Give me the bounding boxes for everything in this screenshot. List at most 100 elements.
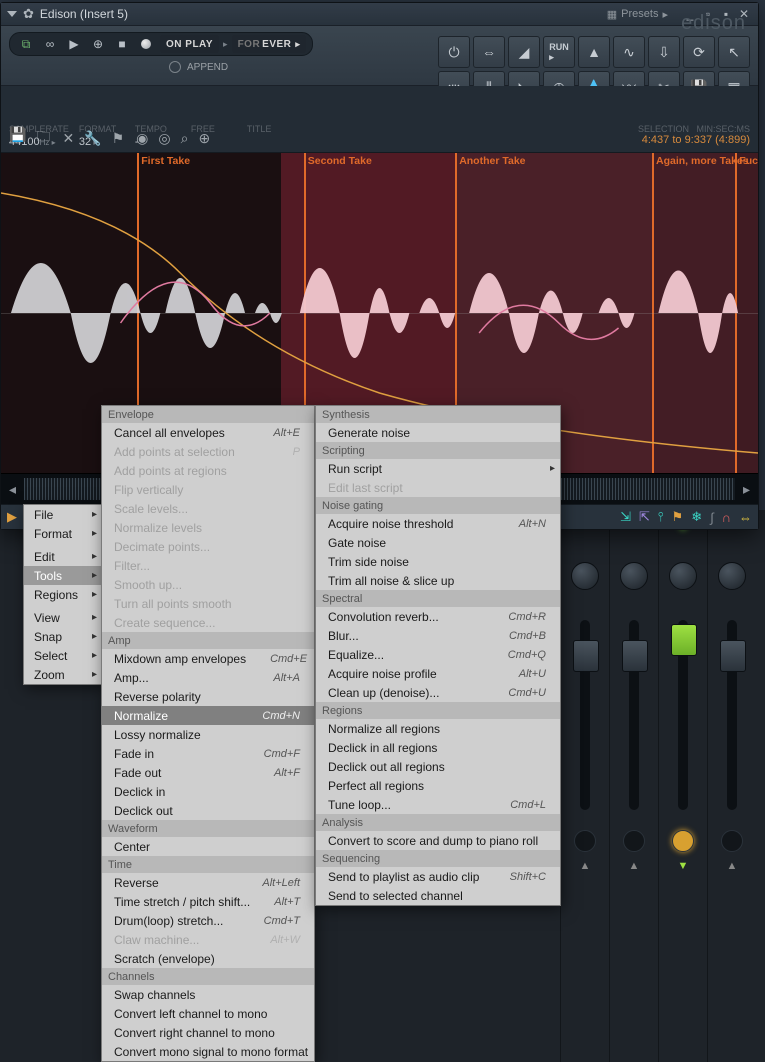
mute-button[interactable] bbox=[574, 830, 596, 852]
menu-trim-side-noise[interactable]: Trim side noise bbox=[316, 552, 560, 571]
settings-icon[interactable]: ✿ bbox=[23, 6, 34, 22]
rocket-button[interactable]: ▲ bbox=[578, 36, 610, 68]
menu-time-stretch[interactable]: Time stretch / pitch shift...Alt+T bbox=[102, 892, 314, 911]
menu-convert-right-mono[interactable]: Convert right channel to mono bbox=[102, 1023, 314, 1042]
fade-in-button[interactable]: ◢ bbox=[508, 36, 540, 68]
menu-add-points-selection[interactable]: Add points at selectionP bbox=[102, 442, 314, 461]
envelope-icon[interactable]: ⇲ bbox=[620, 509, 631, 525]
refresh-button[interactable]: ⟳ bbox=[683, 36, 715, 68]
folder-icon[interactable]: 🗀 bbox=[36, 126, 50, 150]
menu-edit[interactable]: Edit▸ bbox=[24, 547, 102, 566]
titlebar[interactable]: ✿ Edison (Insert 5) ▦ Presets ▸ _ ▫ ▪ ✕ bbox=[1, 3, 758, 26]
mute-button[interactable] bbox=[623, 830, 645, 852]
spanner-icon[interactable]: 🔧 bbox=[84, 130, 101, 147]
menu-reverse[interactable]: ReverseAlt+Left bbox=[102, 873, 314, 892]
menu-declick-out-regions[interactable]: Declick out all regions bbox=[316, 757, 560, 776]
volume-fader[interactable] bbox=[678, 620, 688, 810]
envelope-icon[interactable]: ⇱ bbox=[639, 509, 650, 525]
pan-knob[interactable] bbox=[669, 562, 697, 590]
volume-fader[interactable] bbox=[629, 620, 639, 810]
link-icon[interactable]: ⧉ bbox=[16, 35, 36, 53]
menu-center[interactable]: Center bbox=[102, 837, 314, 856]
save-icon[interactable]: 💾 bbox=[9, 126, 26, 150]
menu-tune-loop[interactable]: Tune loop...Cmd+L bbox=[316, 795, 560, 814]
mute-button[interactable] bbox=[721, 830, 743, 852]
wrench-icon[interactable]: ✕ bbox=[62, 130, 74, 147]
mixer-channel[interactable]: ▲ bbox=[707, 510, 756, 1062]
menu-swap-channels[interactable]: Swap channels bbox=[102, 985, 314, 1004]
menu-file[interactable]: File▸ bbox=[24, 505, 102, 524]
target-icon[interactable]: ◎ bbox=[158, 130, 170, 147]
run-script-button[interactable]: RUN▸ bbox=[543, 36, 575, 68]
menu-convert-mono-format[interactable]: Convert mono signal to mono format bbox=[102, 1042, 314, 1061]
menu-declick-in-regions[interactable]: Declick in all regions bbox=[316, 738, 560, 757]
menu-fade-out[interactable]: Fade outAlt+F bbox=[102, 763, 314, 782]
mute-button[interactable] bbox=[672, 830, 694, 852]
cursor-button[interactable]: ↖ bbox=[718, 36, 750, 68]
menu-edit-last-script[interactable]: Edit last script bbox=[316, 478, 560, 497]
menu-acquire-profile[interactable]: Acquire noise profileAlt+U bbox=[316, 664, 560, 683]
menu-fade-in[interactable]: Fade inCmd+F bbox=[102, 744, 314, 763]
curve-icon[interactable]: ∫ bbox=[710, 510, 714, 525]
menu-blur[interactable]: Blur...Cmd+B bbox=[316, 626, 560, 645]
power-button[interactable]: ⏻ bbox=[438, 36, 470, 68]
import-button[interactable]: ⇩ bbox=[648, 36, 680, 68]
scroll-right-button[interactable]: ▸ bbox=[739, 481, 754, 498]
scroll-left-button[interactable]: ◂ bbox=[5, 481, 20, 498]
menu-normalize[interactable]: NormalizeCmd+N bbox=[102, 706, 314, 725]
tools-submenu-left[interactable]: Envelope Cancel all envelopesAlt+E Add p… bbox=[101, 405, 315, 1062]
loop-icon[interactable]: ∞ bbox=[40, 35, 60, 53]
volume-fader[interactable] bbox=[727, 620, 737, 810]
menu-format[interactable]: Format▸ bbox=[24, 524, 102, 543]
pan-knob[interactable] bbox=[571, 562, 599, 590]
menu-dropdown-icon[interactable] bbox=[7, 11, 17, 17]
menu-snap[interactable]: Snap▸ bbox=[24, 627, 102, 646]
menu-perfect-regions[interactable]: Perfect all regions bbox=[316, 776, 560, 795]
menu-declick-in[interactable]: Declick in bbox=[102, 782, 314, 801]
menu-scale-levels[interactable]: Scale levels... bbox=[102, 499, 314, 518]
menu-amp[interactable]: Amp...Alt+A bbox=[102, 668, 314, 687]
menu-flip-vertically[interactable]: Flip vertically bbox=[102, 480, 314, 499]
menu-smooth-up[interactable]: Smooth up... bbox=[102, 575, 314, 594]
stretch-button[interactable]: ⇔ bbox=[473, 36, 505, 68]
record-button[interactable] bbox=[136, 35, 156, 53]
menu-send-to-playlist[interactable]: Send to playlist as audio clipShift+C bbox=[316, 867, 560, 886]
volume-fader[interactable] bbox=[580, 620, 590, 810]
menu-cleanup-denoise[interactable]: Clean up (denoise)...Cmd+U bbox=[316, 683, 560, 702]
menu-convolution-reverb[interactable]: Convolution reverb...Cmd+R bbox=[316, 607, 560, 626]
menu-view[interactable]: View▸ bbox=[24, 608, 102, 627]
menu-regions[interactable]: Regions▸ bbox=[24, 585, 102, 604]
play-selection-icon[interactable]: ▶ bbox=[7, 509, 17, 525]
flag-icon[interactable]: ⚑ bbox=[672, 509, 684, 525]
stop-button[interactable]: ■ bbox=[112, 35, 132, 53]
menu-send-to-channel[interactable]: Send to selected channel bbox=[316, 886, 560, 905]
menu-generate-noise[interactable]: Generate noise bbox=[316, 423, 560, 442]
pan-knob[interactable] bbox=[620, 562, 648, 590]
menu-mixdown-envelopes[interactable]: Mixdown amp envelopesCmd+E bbox=[102, 649, 314, 668]
menu-reverse-polarity[interactable]: Reverse polarity bbox=[102, 687, 314, 706]
main-context-menu[interactable]: File▸ Format▸ Edit▸ Tools▸ Regions▸ View… bbox=[23, 504, 103, 685]
append-toggle[interactable]: APPEND bbox=[9, 59, 313, 75]
mixer-channel-selected[interactable]: ▼ bbox=[658, 510, 707, 1062]
menu-create-sequence[interactable]: Create sequence... bbox=[102, 613, 314, 632]
snowflake-icon[interactable]: ❄ bbox=[691, 509, 702, 525]
play-button[interactable]: ▶ bbox=[64, 35, 84, 53]
pan-knob[interactable] bbox=[718, 562, 746, 590]
record-mode[interactable]: ON PLAY bbox=[160, 35, 219, 53]
menu-convert-left-mono[interactable]: Convert left channel to mono bbox=[102, 1004, 314, 1023]
menu-select[interactable]: Select▸ bbox=[24, 646, 102, 665]
eye-icon[interactable]: ◉ bbox=[136, 130, 148, 147]
menu-gate-noise[interactable]: Gate noise bbox=[316, 533, 560, 552]
menu-turn-smooth[interactable]: Turn all points smooth bbox=[102, 594, 314, 613]
menu-tools[interactable]: Tools▸ bbox=[24, 566, 102, 585]
menu-decimate-points[interactable]: Decimate points... bbox=[102, 537, 314, 556]
menu-run-script[interactable]: Run script▸ bbox=[316, 459, 560, 478]
headphones-icon[interactable]: ∩ bbox=[722, 510, 731, 525]
menu-scratch[interactable]: Scratch (envelope) bbox=[102, 949, 314, 968]
mixer-channel[interactable]: ▲ bbox=[560, 510, 609, 1062]
record-length[interactable]: FOR EVER ▸ bbox=[232, 35, 307, 53]
tools-submenu-right[interactable]: Synthesis Generate noise Scripting Run s… bbox=[315, 405, 561, 906]
menu-zoom[interactable]: Zoom▸ bbox=[24, 665, 102, 684]
mixer-channel[interactable]: ▲ bbox=[609, 510, 658, 1062]
menu-drum-stretch[interactable]: Drum(loop) stretch...Cmd+T bbox=[102, 911, 314, 930]
